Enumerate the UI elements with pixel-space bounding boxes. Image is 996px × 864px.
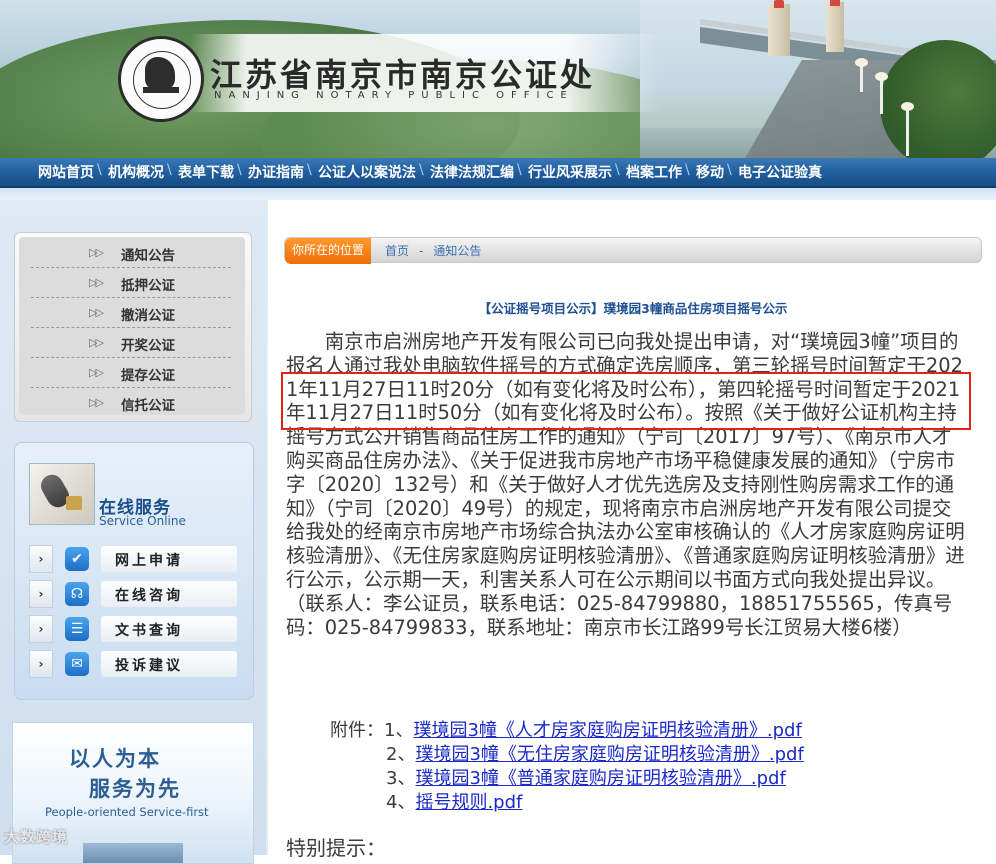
street-lamp [875, 72, 888, 114]
breadcrumb: 你所在的位置 首页 - 通知公告 [284, 237, 982, 264]
attachment-link[interactable]: 璞境园3幢《普通家庭购房证明核验清册》.pdf [415, 768, 785, 789]
nav-showcase[interactable]: 行业风采展示 [517, 162, 618, 182]
article-title: 【公证摇号项目公示】璞境园3幢商品住房项目摇号公示 [478, 301, 788, 316]
online-service-panel: 在线服务 Service Online › ✔ 网上申请 › ☊ 在线咨询 › … [14, 442, 254, 700]
nav-about[interactable]: 机构概况 [97, 162, 170, 182]
sidebar-item-deposit[interactable]: ▷▷ 提存公证 [31, 359, 231, 388]
chat-icon: ✉ [65, 652, 89, 676]
nav-archives[interactable]: 档案工作 [615, 162, 688, 182]
bridge-tower [768, 0, 790, 56]
main-nav: 网站首页 机构概况 表单下载 办证指南 公证人以案说法 法律法规汇编 行业风采展… [0, 158, 996, 188]
service-item-consult[interactable]: › ☊ 在线咨询 [29, 580, 237, 608]
special-notice-heading: 特别提示： [286, 836, 386, 860]
sidebar-item-lottery[interactable]: ▷▷ 开奖公证 [31, 329, 231, 358]
attachment-row: 4、摇号规则.pdf [386, 792, 523, 813]
nav-cases[interactable]: 公证人以案说法 [307, 162, 422, 182]
service-item-complaint[interactable]: › ✉ 投诉建议 [29, 650, 237, 678]
sidebar-item-mortgage[interactable]: ▷▷ 抵押公证 [31, 269, 231, 298]
nav-verify[interactable]: 电子公证验真 [727, 162, 828, 182]
service-item-query[interactable]: › ☰ 文书查询 [29, 615, 237, 643]
attachment-row: 附件：1、璞境园3幢《人才房家庭购房证明核验清册》.pdf [330, 720, 802, 741]
nav-guide[interactable]: 办证指南 [237, 162, 310, 182]
nav-home[interactable]: 网站首页 [30, 162, 100, 182]
nav-laws[interactable]: 法律法规汇编 [419, 162, 520, 182]
headset-icon: ☊ [65, 582, 89, 606]
double-arrow-icon: ▷▷ [89, 336, 104, 349]
slogan-line1: 以人为本 [69, 747, 161, 771]
attachment-link[interactable]: 璞境园3幢《无住房家庭购房证明核验清册》.pdf [415, 744, 803, 765]
double-arrow-icon: ▷▷ [89, 306, 104, 319]
chevron-right-icon: › [29, 615, 53, 643]
slogan-line2: 服务为先 [89, 777, 181, 801]
street-lamp [855, 58, 868, 92]
mouse-lock-icon [29, 463, 95, 525]
breadcrumb-home-link[interactable]: 首页 [385, 244, 409, 258]
sidebar-item-notices[interactable]: ▷▷ 通知公告 [31, 239, 231, 268]
chevron-right-icon: › [29, 545, 53, 573]
seal-lion-icon [145, 57, 175, 89]
nav-mobile[interactable]: 移动 [685, 162, 730, 182]
street-lamp [901, 102, 914, 156]
highlight-box [281, 372, 971, 430]
double-arrow-icon: ▷▷ [89, 246, 104, 259]
breadcrumb-current-link[interactable]: 通知公告 [433, 244, 481, 258]
header-banner: 江苏省南京市南京公证处 NANJING NOTARY PUBLIC OFFICE [0, 0, 996, 158]
breadcrumb-tag: 你所在的位置 [285, 238, 371, 264]
notice-menu: ▷▷ 通知公告 ▷▷ 抵押公证 ▷▷ 撤消公证 ▷▷ 开奖公证 ▷▷ 提存公证 … [14, 232, 252, 422]
double-arrow-icon: ▷▷ [89, 396, 104, 409]
double-arrow-icon: ▷▷ [89, 276, 104, 289]
list-icon: ☰ [65, 617, 89, 641]
nav-forms[interactable]: 表单下载 [167, 162, 240, 182]
notary-seal-logo [118, 36, 204, 122]
site-subtitle: NANJING NOTARY PUBLIC OFFICE [214, 90, 574, 101]
sidebar-item-revoke[interactable]: ▷▷ 撤消公证 [31, 299, 231, 328]
attachment-link[interactable]: 璞境园3幢《人才房家庭购房证明核验清册》.pdf [413, 720, 801, 741]
slogan-english: People-oriented Service-first [45, 805, 209, 819]
double-arrow-icon: ▷▷ [89, 366, 104, 379]
sidebar: ▷▷ 通知公告 ▷▷ 抵押公证 ▷▷ 撤消公证 ▷▷ 开奖公证 ▷▷ 提存公证 … [0, 200, 266, 864]
attachment-row: 2、璞境园3幢《无住房家庭购房证明核验清册》.pdf [386, 744, 804, 765]
chevron-right-icon: › [29, 580, 53, 608]
service-subtitle: Service Online [99, 514, 186, 528]
checklist-icon: ✔ [65, 547, 89, 571]
sidebar-item-trust[interactable]: ▷▷ 信托公证 [31, 389, 231, 417]
watermark: 大数跨境 [4, 828, 69, 846]
bridge-tower [826, 0, 844, 52]
building-image [83, 843, 183, 863]
attachment-link[interactable]: 摇号规则.pdf [415, 792, 522, 813]
service-item-apply[interactable]: › ✔ 网上申请 [29, 545, 237, 573]
chevron-right-icon: › [29, 650, 53, 678]
attachment-row: 3、璞境园3幢《普通家庭购房证明核验清册》.pdf [386, 768, 786, 789]
